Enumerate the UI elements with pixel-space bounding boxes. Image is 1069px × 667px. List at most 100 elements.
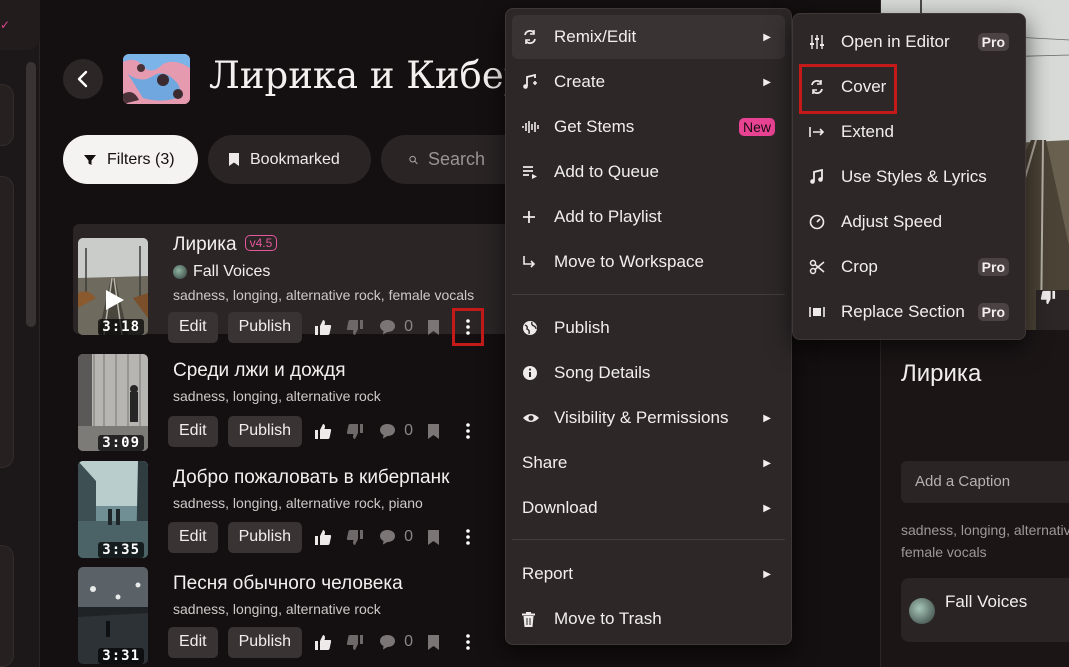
- thumbs-up-icon[interactable]: [312, 316, 334, 338]
- filters-button[interactable]: Filters (3): [63, 135, 198, 184]
- song-row[interactable]: 3:35 Добро пожаловать в киберпанк sadnes…: [73, 447, 505, 558]
- song-row[interactable]: 3:18 Лирика v4.5 Fall Voices sadness, lon…: [73, 224, 505, 346]
- thumbs-up-icon[interactable]: [312, 420, 334, 442]
- more-vertical-icon: [466, 634, 470, 650]
- edit-button[interactable]: Edit: [168, 626, 218, 658]
- song-actions: Edit Publish 0: [168, 626, 481, 658]
- menu-item-share[interactable]: Share ▶: [512, 441, 785, 485]
- submenu-item-extend[interactable]: Extend: [799, 110, 1019, 154]
- menu-item-download[interactable]: Download ▶: [512, 486, 785, 530]
- menu-item-move-to-trash[interactable]: Move to Trash: [512, 597, 785, 641]
- menu-item-report[interactable]: Report ▶: [512, 552, 785, 596]
- song-row[interactable]: 3:09 Среди лжи и дождя sadness, longing,…: [73, 340, 505, 451]
- artist-name: Fall Voices: [945, 592, 1028, 611]
- menu-item-visibility[interactable]: Visibility & Permissions ▶: [512, 396, 785, 440]
- song-thumbnail[interactable]: 3:31: [78, 567, 148, 664]
- bookmark-icon[interactable]: [423, 420, 445, 442]
- menu-divider: [512, 539, 785, 540]
- bookmarked-button[interactable]: Bookmarked: [208, 135, 371, 184]
- avatar: [909, 598, 935, 624]
- publish-button[interactable]: Publish: [227, 415, 303, 447]
- bookmark-icon[interactable]: [423, 631, 445, 653]
- thumbs-up-icon[interactable]: [312, 631, 334, 653]
- thumbs-down-icon[interactable]: [1040, 290, 1056, 305]
- sliders-icon: [809, 34, 831, 50]
- comment-icon[interactable]: [376, 526, 398, 548]
- menu-item-label: Publish: [554, 318, 610, 337]
- menu-item-label: Add to Playlist: [554, 207, 662, 226]
- more-vertical-icon: [466, 319, 470, 335]
- publish-button[interactable]: Publish: [227, 521, 303, 553]
- search-input[interactable]: Search: [381, 135, 505, 184]
- publish-button[interactable]: Publish: [227, 311, 303, 343]
- bookmark-icon[interactable]: [423, 526, 445, 548]
- bookmark-icon[interactable]: [423, 316, 445, 338]
- submenu-item-use-styles-lyrics[interactable]: Use Styles & Lyrics: [799, 155, 1019, 199]
- menu-item-get-stems[interactable]: Get Stems New: [512, 105, 785, 149]
- search-icon: [409, 155, 418, 164]
- sidebar-top-item[interactable]: ✓: [0, 0, 40, 50]
- submenu-item-crop[interactable]: Crop Pro: [799, 245, 1019, 289]
- thumbs-up-icon[interactable]: [312, 526, 334, 548]
- more-options-button[interactable]: [451, 308, 484, 346]
- menu-item-song-details[interactable]: Song Details: [512, 351, 785, 395]
- song-duration: 3:31: [98, 648, 144, 664]
- menu-item-label: Add to Queue: [554, 162, 659, 181]
- menu-item-move-to-workspace[interactable]: Move to Workspace: [512, 240, 785, 284]
- submenu-item-adjust-speed[interactable]: Adjust Speed: [799, 200, 1019, 244]
- back-button[interactable]: [63, 59, 103, 99]
- comment-count: 0: [404, 528, 413, 545]
- menu-item-label: Extend: [841, 122, 894, 141]
- song-title[interactable]: Среди лжи и дождя: [173, 360, 346, 382]
- edit-button[interactable]: Edit: [168, 415, 218, 447]
- comment-icon[interactable]: [376, 316, 398, 338]
- waveform-icon: [522, 119, 544, 135]
- song-title[interactable]: Лирика v4.5: [173, 234, 278, 256]
- playlist-cover-image: [123, 54, 190, 104]
- edit-button[interactable]: Edit: [168, 311, 218, 343]
- plus-icon: [522, 210, 544, 224]
- caption-input[interactable]: Add a Caption: [901, 461, 1069, 503]
- publish-button[interactable]: Publish: [227, 626, 303, 658]
- more-vertical-icon: [466, 423, 470, 439]
- thumbs-down-icon[interactable]: [344, 526, 366, 548]
- menu-item-label: Get Stems: [554, 117, 635, 136]
- remix-icon: [522, 29, 544, 45]
- song-thumbnail[interactable]: 3:18: [78, 238, 148, 335]
- context-menu: Remix/Edit ▶ Create ▶ Get Stems New Add …: [505, 8, 792, 645]
- remix-edit-submenu: Open in Editor Pro Cover Extend Use Styl…: [792, 13, 1026, 340]
- song-title[interactable]: Добро пожаловать в киберпанк: [173, 467, 449, 489]
- song-row[interactable]: 3:31 Песня обычного человека sadness, lo…: [73, 553, 505, 664]
- sidebar-item[interactable]: [0, 84, 14, 146]
- menu-item-label: Create: [554, 72, 606, 91]
- thumbs-down-icon[interactable]: [344, 316, 366, 338]
- menu-item-create[interactable]: Create ▶: [512, 60, 785, 104]
- menu-item-add-to-playlist[interactable]: Add to Playlist: [512, 195, 785, 239]
- song-artist[interactable]: Fall Voices: [173, 263, 270, 281]
- arrow-turn-icon: [522, 255, 544, 269]
- scrollbar[interactable]: [26, 62, 36, 327]
- replace-section-icon: [809, 305, 831, 319]
- bookmark-icon: [229, 153, 239, 166]
- submenu-item-replace-section[interactable]: Replace Section Pro: [799, 290, 1019, 334]
- submenu-item-open-in-editor[interactable]: Open in Editor Pro: [799, 20, 1019, 64]
- menu-item-remix-edit[interactable]: Remix/Edit ▶: [512, 15, 785, 59]
- menu-item-publish[interactable]: Publish: [512, 306, 785, 350]
- edit-button[interactable]: Edit: [168, 521, 218, 553]
- speed-icon: [809, 214, 831, 230]
- comment-icon[interactable]: [376, 420, 398, 442]
- more-options-button[interactable]: [455, 415, 481, 447]
- menu-item-add-to-queue[interactable]: Add to Queue: [512, 150, 785, 194]
- thumbs-down-icon[interactable]: [344, 631, 366, 653]
- song-title[interactable]: Песня обычного человека: [173, 573, 403, 595]
- play-icon[interactable]: [104, 288, 126, 312]
- pro-badge: Pro: [977, 258, 1009, 276]
- more-options-button[interactable]: [455, 626, 481, 658]
- detail-artist-card[interactable]: Fall Voices: [901, 578, 1069, 642]
- song-thumbnail[interactable]: 3:09: [78, 354, 148, 451]
- song-thumbnail[interactable]: 3:35: [78, 461, 148, 558]
- trash-icon: [522, 611, 544, 627]
- comment-icon[interactable]: [376, 631, 398, 653]
- thumbs-down-icon[interactable]: [344, 420, 366, 442]
- more-options-button[interactable]: [455, 521, 481, 553]
